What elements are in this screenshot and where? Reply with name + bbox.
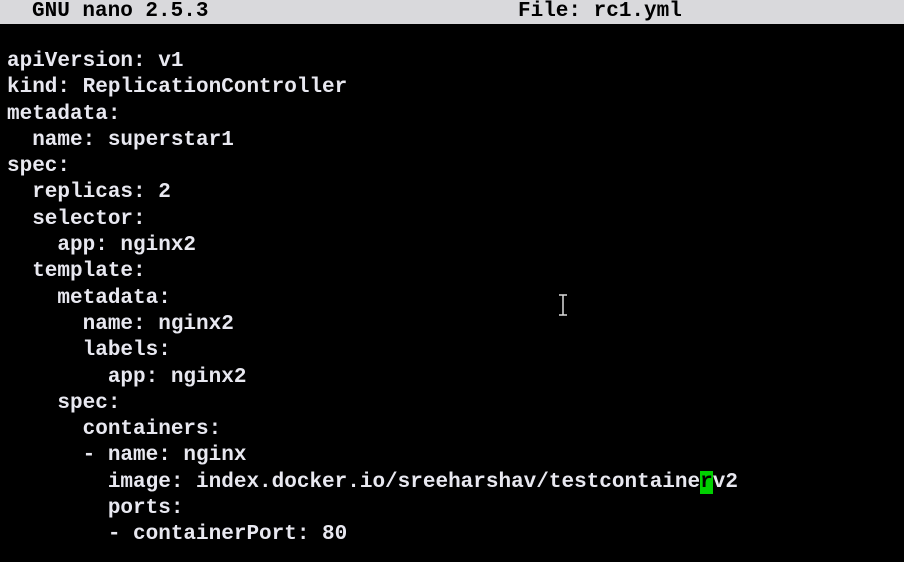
text-editor-area[interactable]: apiVersion: v1 kind: ReplicationControlle…	[7, 49, 897, 549]
code-line: selector:	[7, 207, 146, 231]
code-line: app: nginx2	[7, 234, 197, 258]
code-line: - name: nginx	[7, 444, 247, 468]
text-cursor: r	[700, 470, 713, 494]
text-ibeam-icon	[559, 294, 567, 316]
code-line: containers:	[7, 418, 222, 442]
file-name-label: File: rc1.yml	[518, 0, 682, 23]
code-line: app: nginx2	[7, 365, 247, 389]
nano-terminal-window: GNU nano 2.5.3 File: rc1.yml apiVersion:…	[0, 0, 904, 562]
code-line: kind: ReplicationController	[7, 76, 348, 100]
code-text-before-cursor: image: index.docker.io/sreeharshav/testc…	[7, 470, 701, 494]
code-line: metadata:	[7, 286, 171, 310]
app-version-label: GNU nano 2.5.3	[32, 0, 209, 23]
code-line: metadata:	[7, 102, 121, 126]
code-text-after-cursor: v2	[712, 470, 738, 494]
code-line: replicas: 2	[7, 181, 171, 205]
code-line: ports:	[7, 497, 184, 521]
code-line: - containerPort: 80	[7, 523, 348, 547]
code-line: image: index.docker.io/sreeharshav/testc…	[7, 470, 897, 496]
code-line: name: superstar1	[7, 128, 234, 152]
code-line: spec:	[7, 391, 121, 415]
code-line: labels:	[7, 339, 171, 363]
code-line: spec:	[7, 155, 71, 179]
code-line: template:	[7, 260, 146, 284]
code-line: name: nginx2	[7, 312, 234, 336]
nano-title-bar: GNU nano 2.5.3 File: rc1.yml	[0, 0, 904, 24]
code-line: apiVersion: v1	[7, 50, 184, 73]
